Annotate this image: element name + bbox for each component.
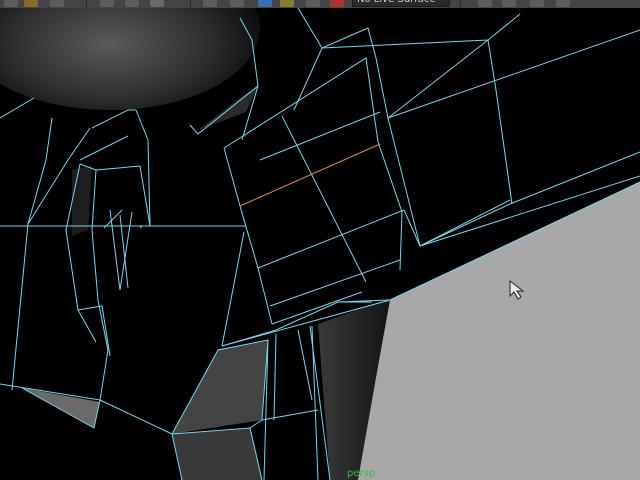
folder-icon[interactable]	[24, 0, 38, 7]
toolbar-divider	[190, 0, 191, 8]
status-line-toolbar	[0, 0, 640, 8]
ground-plane[interactable]	[357, 182, 640, 480]
select-object-icon[interactable]	[100, 0, 114, 7]
render-settings-icon[interactable]	[530, 0, 544, 7]
snap-curve-icon[interactable]	[230, 0, 244, 7]
shaded-geometry	[0, 8, 640, 480]
save-icon[interactable]	[50, 0, 64, 7]
paint-select-icon[interactable]	[150, 0, 164, 7]
lasso-select-icon[interactable]	[125, 0, 139, 7]
hypershade-icon[interactable]	[556, 0, 570, 7]
status-icon[interactable]	[4, 0, 18, 7]
ipr-render-icon[interactable]	[502, 0, 516, 7]
shaded-block-top	[172, 340, 268, 434]
snap-surface-icon[interactable]	[280, 0, 294, 7]
snap-grid-icon[interactable]	[203, 0, 217, 7]
toolbar-divider	[460, 0, 461, 8]
mouse-cursor-icon	[509, 280, 525, 300]
shaded-block-front	[172, 428, 262, 480]
camera-label: persp	[347, 468, 376, 479]
snap-point-icon[interactable]	[258, 0, 272, 7]
toolbar-divider	[86, 0, 87, 8]
magnet-icon[interactable]	[330, 0, 344, 7]
viewport-scene	[0, 8, 640, 480]
render-icon[interactable]	[478, 0, 492, 7]
perspective-viewport[interactable]: persp	[0, 8, 640, 480]
sphere-object[interactable]	[0, 8, 260, 110]
selected-edge[interactable]	[239, 143, 381, 207]
make-live-icon[interactable]	[306, 0, 320, 7]
live-surface-field[interactable]	[352, 0, 450, 7]
